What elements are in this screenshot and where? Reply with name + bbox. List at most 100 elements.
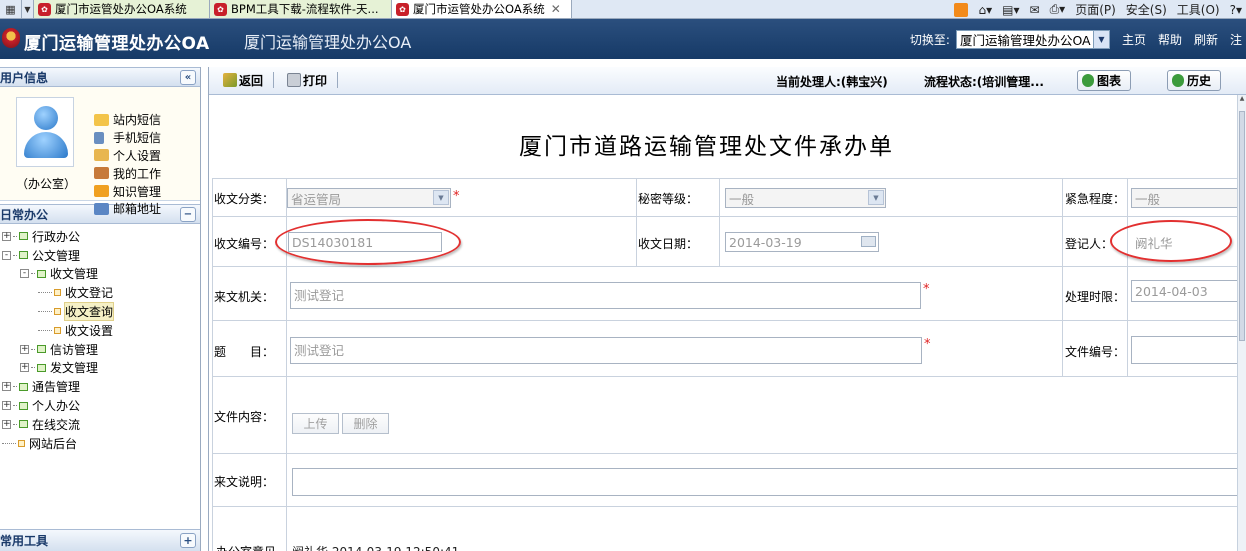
tree-item[interactable]: + 发文管理: [0, 359, 200, 378]
subject-field[interactable]: 测试登记: [290, 337, 922, 364]
tree-item[interactable]: - 公文管理: [0, 246, 200, 265]
browser-tab[interactable]: ✿ BPM工具下载-流程软件-天...: [210, 0, 392, 18]
mailbox-link[interactable]: 邮箱地址: [94, 200, 161, 218]
knowledge-link[interactable]: 知识管理: [94, 182, 161, 200]
tree-item[interactable]: + 行政办公: [0, 227, 200, 246]
refresh-link[interactable]: 刷新: [1194, 31, 1218, 48]
chart-button[interactable]: 图表: [1077, 70, 1131, 91]
note-field[interactable]: [292, 468, 1238, 496]
document-icon: [54, 308, 61, 316]
delete-button[interactable]: 删除: [342, 413, 389, 434]
ie-icon[interactable]: [954, 2, 969, 17]
tab-list-dropdown-icon[interactable]: ▼: [22, 0, 34, 18]
my-work-link[interactable]: 我的工作: [94, 164, 161, 182]
envelope-icon: [94, 113, 109, 126]
col-divider: [1127, 178, 1128, 376]
page-menu[interactable]: 页面(P): [1075, 1, 1116, 18]
app-brand: 厦门运输管理处办公OA: [24, 34, 210, 54]
collapse-sidebar-icon[interactable]: «: [180, 69, 196, 85]
expand-icon[interactable]: +: [20, 363, 29, 373]
tree-connector: [38, 311, 52, 313]
field-value: 测试登记: [294, 288, 345, 303]
user-info-header: 用户信息 «: [0, 67, 200, 87]
collapse-icon[interactable]: -: [20, 269, 29, 279]
doc-category-select[interactable]: 省运管局 ▼: [287, 188, 451, 208]
field-value: 2014-03-19: [729, 234, 802, 250]
help-link[interactable]: 帮助: [1158, 31, 1182, 48]
annotation-circle: [275, 219, 461, 265]
expand-icon[interactable]: +: [2, 382, 11, 392]
vertical-scrollbar[interactable]: ▲: [1237, 95, 1246, 551]
tree-item[interactable]: 网站后台: [0, 434, 200, 453]
tree-item[interactable]: + 在线交流: [0, 415, 200, 434]
collapse-section-icon[interactable]: −: [180, 206, 196, 222]
receive-date-label: 收文日期：: [638, 237, 699, 251]
printer-icon: [287, 73, 301, 87]
close-tab-icon[interactable]: ✕: [551, 2, 561, 16]
expand-icon[interactable]: +: [2, 231, 11, 241]
file-number-field[interactable]: [1131, 336, 1238, 364]
link-label: 手机短信: [113, 131, 162, 146]
scroll-up-icon[interactable]: ▲: [1238, 95, 1246, 107]
collapse-icon[interactable]: -: [2, 250, 11, 260]
office-opinion-label: 办公室意见: [216, 543, 276, 551]
browser-tab[interactable]: ✿ 厦门市运管处办公OA系统: [34, 0, 210, 18]
printer-icon[interactable]: ⎙▾: [1050, 2, 1066, 17]
history-button[interactable]: 历史: [1167, 70, 1221, 91]
row-divider: [212, 376, 1238, 377]
mail-icon[interactable]: ✉: [1030, 3, 1040, 17]
expand-section-icon[interactable]: +: [180, 533, 196, 548]
tree-item[interactable]: - 收文管理: [0, 265, 200, 284]
select-value: 一般: [729, 191, 755, 207]
deadline-field[interactable]: 2014-04-03: [1131, 280, 1238, 302]
folder-icon: [19, 420, 28, 429]
home-link[interactable]: 主页: [1122, 31, 1146, 48]
scrollbar-thumb[interactable]: [1239, 111, 1245, 341]
folder-icon: [19, 401, 28, 410]
sms-link[interactable]: 手机短信: [94, 129, 161, 147]
toolbar-divider: [337, 72, 338, 88]
urgency-select[interactable]: 一般: [1131, 188, 1238, 208]
folder-icon: [37, 363, 46, 372]
section-title: 用户信息: [0, 70, 49, 85]
tree-item[interactable]: 收文登记: [0, 283, 200, 302]
system-switch-select[interactable]: 厦门运输管理处办公OA ▼: [955, 30, 1110, 49]
urgency-label: 紧急程度：: [1065, 192, 1126, 206]
app-subtitle: 厦门运输管理处办公OA: [244, 33, 412, 52]
receive-date-field[interactable]: 2014-03-19: [725, 232, 879, 252]
expand-icon[interactable]: +: [2, 419, 11, 429]
secret-level-select[interactable]: 一般 ▼: [725, 188, 886, 208]
tree-item[interactable]: 收文查询: [0, 302, 200, 322]
logout-link[interactable]: 注: [1230, 31, 1242, 48]
tree-item[interactable]: + 个人办公: [0, 396, 200, 415]
tree-item[interactable]: 收文设置: [0, 321, 200, 340]
safety-menu[interactable]: 安全(S): [1126, 1, 1167, 18]
flow-status: 流程状态:(培训管理...: [924, 75, 1044, 89]
home-icon[interactable]: ⌂▾: [978, 3, 992, 17]
rss-feed-icon[interactable]: ▤▾: [1002, 3, 1019, 17]
tree-item[interactable]: + 信访管理: [0, 340, 200, 359]
browser-tab-active[interactable]: ✿ 厦门市运管处办公OA系统 ✕: [392, 0, 572, 18]
from-org-field[interactable]: 测试登记: [290, 282, 921, 309]
select-value: 一般: [1135, 191, 1161, 207]
back-button[interactable]: 返回: [223, 71, 263, 89]
tree-item[interactable]: + 通告管理: [0, 377, 200, 396]
upload-button[interactable]: 上传: [292, 413, 339, 434]
site-message-link[interactable]: 站内短信: [94, 111, 161, 129]
calendar-icon[interactable]: [861, 236, 876, 247]
expand-icon[interactable]: +: [20, 344, 29, 354]
help-icon[interactable]: ?▾: [1230, 3, 1242, 17]
settings-note-icon: [94, 149, 109, 162]
expand-icon[interactable]: +: [2, 401, 11, 411]
tree-connector: [38, 329, 52, 331]
tab-grid-icon[interactable]: ▦: [0, 0, 22, 18]
tree-connector: [13, 235, 17, 237]
tools-menu[interactable]: 工具(O): [1177, 1, 1220, 18]
content-label: 文件内容：: [214, 410, 275, 424]
tree-connector: [38, 292, 52, 294]
chevron-down-icon: ▼: [868, 190, 884, 205]
print-button[interactable]: 打印: [287, 71, 327, 89]
tree-item-label: 通告管理: [32, 380, 81, 395]
personal-settings-link[interactable]: 个人设置: [94, 147, 161, 165]
tree-item-label: 发文管理: [50, 361, 99, 376]
